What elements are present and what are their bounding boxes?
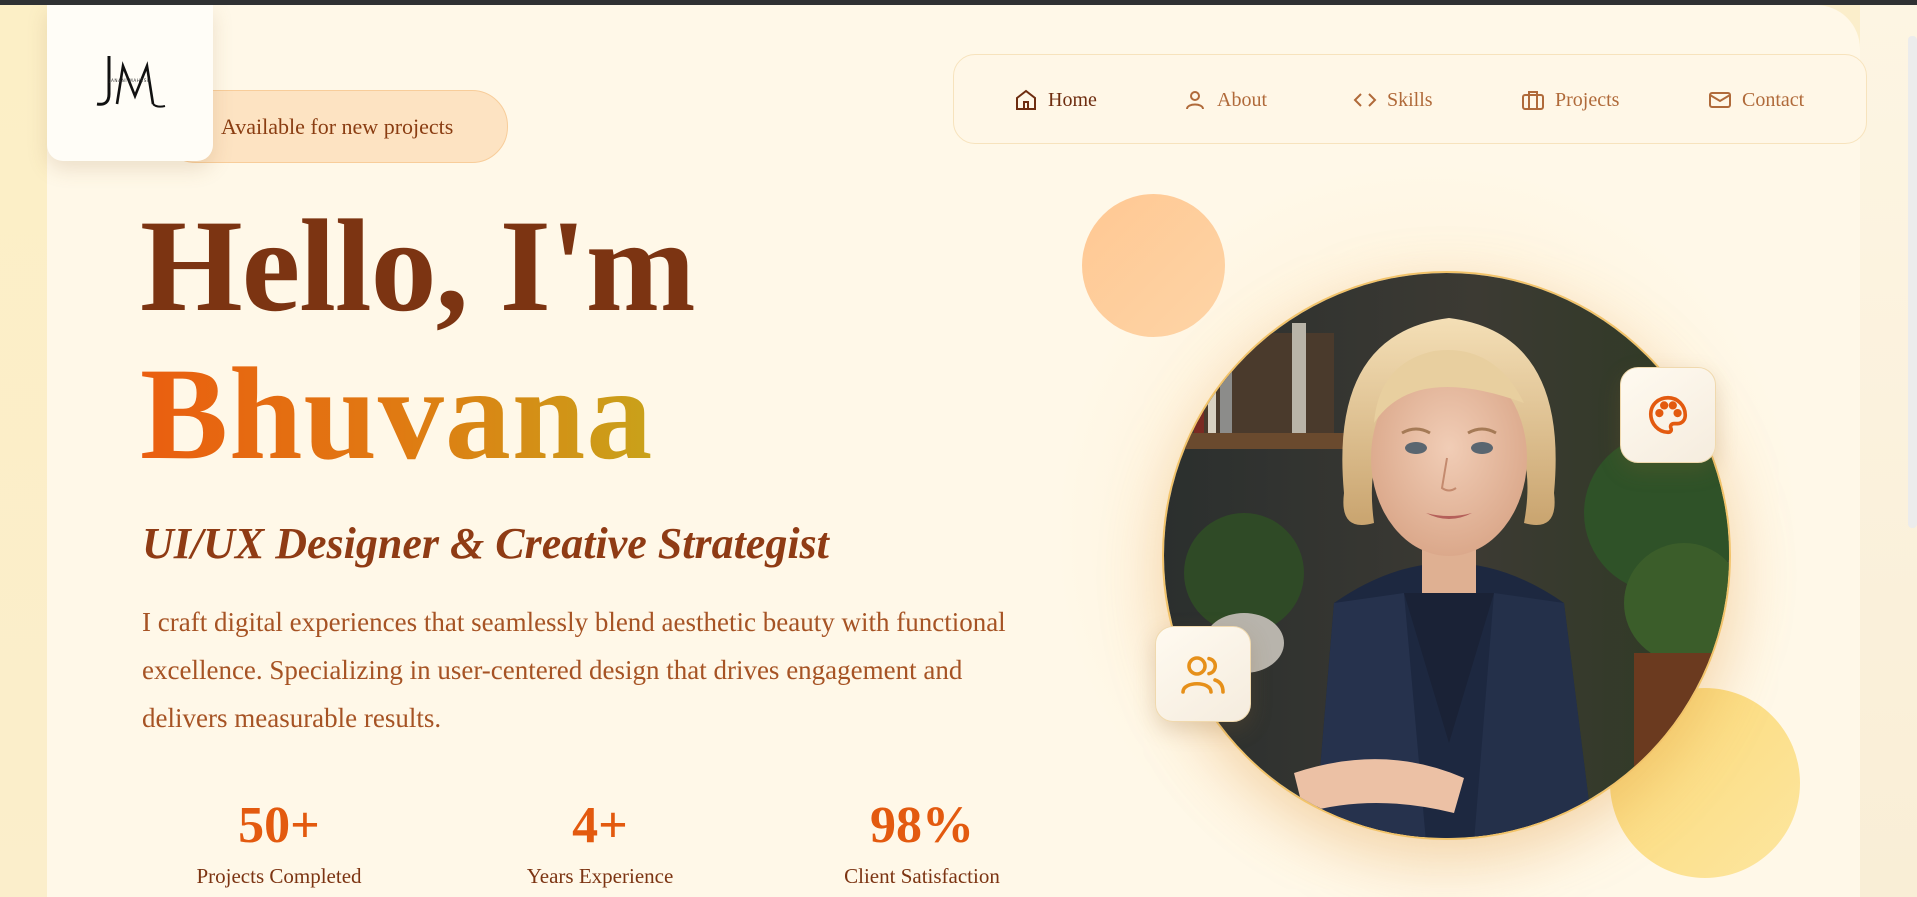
palette-icon bbox=[1648, 395, 1688, 435]
main-nav: Home About Skills Projects Contact bbox=[953, 54, 1867, 144]
users-badge bbox=[1155, 626, 1251, 722]
palette-badge bbox=[1620, 367, 1716, 463]
scrollbar-thumb[interactable] bbox=[1908, 36, 1917, 528]
hero-name: Bhuvana bbox=[140, 340, 654, 487]
portrait-image bbox=[1164, 273, 1729, 838]
home-icon bbox=[1016, 89, 1036, 110]
stat-satisfaction: 98% Client Satisfaction bbox=[830, 800, 1014, 889]
stat-label: Projects Completed bbox=[196, 864, 362, 888]
stat-experience: 4+ Years Experience bbox=[510, 800, 690, 889]
nav-item-projects[interactable]: Projects bbox=[1521, 55, 1619, 145]
stat-value: 98% bbox=[870, 797, 974, 854]
decorative-circle-peach bbox=[1082, 194, 1225, 337]
nav-item-label: Projects bbox=[1555, 88, 1620, 111]
user-icon bbox=[1186, 91, 1204, 110]
stat-value: 4+ bbox=[572, 797, 628, 854]
browser-top-bar bbox=[0, 0, 1917, 5]
hero-greeting: Hello, I'm bbox=[140, 192, 696, 339]
stat-label: Client Satisfaction bbox=[844, 864, 1000, 888]
hero-role: UI/UX Designer & Creative Strategist bbox=[142, 519, 829, 568]
nav-item-label: Skills bbox=[1387, 88, 1433, 111]
nav-item-home[interactable]: Home bbox=[1014, 55, 1097, 145]
stat-projects: 50+ Projects Completed bbox=[182, 800, 376, 889]
nav-item-label: Contact bbox=[1742, 88, 1805, 111]
hero-description: I craft digital experiences that seamles… bbox=[142, 607, 1006, 733]
mail-icon bbox=[1709, 92, 1731, 108]
page-left-margin bbox=[0, 5, 47, 897]
nav-item-about[interactable]: About bbox=[1183, 55, 1267, 145]
users-icon bbox=[1181, 656, 1225, 694]
nav-item-contact[interactable]: Contact bbox=[1708, 55, 1804, 145]
briefcase-icon bbox=[1522, 91, 1544, 110]
logo-tagline: JANANI MAHESH bbox=[108, 78, 151, 83]
nav-item-label: About bbox=[1217, 88, 1267, 111]
nav-item-label: Home bbox=[1048, 88, 1097, 111]
nav-item-skills[interactable]: Skills bbox=[1353, 55, 1433, 145]
stat-value: 50+ bbox=[238, 797, 320, 854]
stat-label: Years Experience bbox=[526, 864, 674, 888]
monogram-logo-icon: JANANI MAHESH bbox=[96, 56, 166, 108]
profile-photo bbox=[1162, 271, 1731, 840]
code-icon bbox=[1353, 93, 1377, 107]
availability-badge-text: Available for new projects bbox=[221, 113, 454, 139]
logo[interactable]: JANANI MAHESH bbox=[47, 5, 213, 161]
